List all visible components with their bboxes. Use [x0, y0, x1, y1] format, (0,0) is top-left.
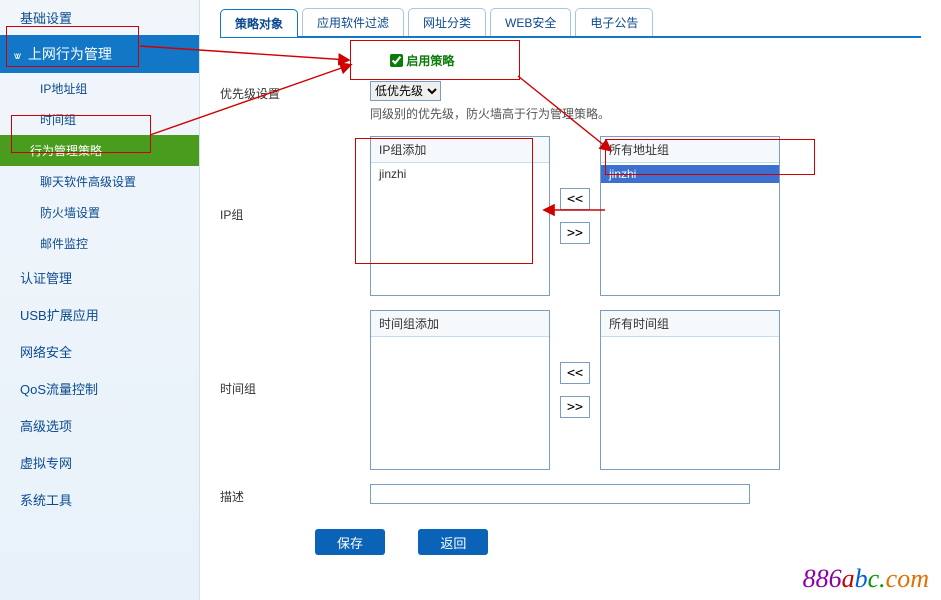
subnav-behavior-policy[interactable]: 行为管理策略: [0, 135, 199, 166]
ipgroup-add-listbox[interactable]: IP组添加 jinzhi: [370, 136, 550, 296]
ipgroup-label: IP组: [220, 136, 370, 223]
list-item[interactable]: jinzhi: [371, 165, 549, 183]
nav-behavior-mgmt-label: 上网行为管理: [28, 46, 112, 62]
chevron-down-icon: vv: [14, 51, 18, 62]
desc-input[interactable]: [370, 484, 750, 504]
nav-qos[interactable]: QoS流量控制: [0, 370, 199, 407]
subnav-ip-addr-group[interactable]: IP地址组: [0, 73, 199, 104]
list-item[interactable]: jinzhi: [601, 165, 779, 183]
tab-url-category[interactable]: 网址分类: [408, 8, 486, 36]
subnav-time-group[interactable]: 时间组: [0, 104, 199, 135]
tab-app-filter[interactable]: 应用软件过滤: [302, 8, 404, 36]
sidebar: 基础设置 vv 上网行为管理 IP地址组 时间组 行为管理策略 聊天软件高级设置…: [0, 0, 200, 600]
enable-policy-label: 启用策略: [406, 54, 454, 68]
back-button[interactable]: 返回: [418, 529, 488, 555]
tab-web-security[interactable]: WEB安全: [490, 8, 571, 36]
all-time-listbox[interactable]: 所有时间组: [600, 310, 780, 470]
tabs: 策略对象 应用软件过滤 网址分类 WEB安全 电子公告: [220, 8, 921, 38]
timegroup-label: 时间组: [220, 310, 370, 397]
nav-behavior-mgmt-header[interactable]: vv 上网行为管理: [0, 35, 199, 73]
subnav-chat-advanced[interactable]: 聊天软件高级设置: [0, 166, 199, 197]
move-right-button[interactable]: >>: [560, 222, 590, 244]
main-panel: 策略对象 应用软件过滤 网址分类 WEB安全 电子公告 启用策略 优先级设置 低…: [200, 0, 941, 600]
tab-policy-object[interactable]: 策略对象: [220, 9, 298, 37]
all-time-header: 所有时间组: [601, 311, 779, 337]
subnav-mail-monitor[interactable]: 邮件监控: [0, 228, 199, 259]
priority-label: 优先级设置: [220, 81, 370, 102]
timegroup-add-listbox[interactable]: 时间组添加: [370, 310, 550, 470]
tab-bulletin[interactable]: 电子公告: [575, 8, 653, 36]
save-button[interactable]: 保存: [315, 529, 385, 555]
time-move-left-button[interactable]: <<: [560, 362, 590, 384]
all-addr-header: 所有地址组: [601, 137, 779, 163]
priority-hint: 同级别的优先级，防火墙高于行为管理策略。: [370, 105, 921, 122]
nav-advanced[interactable]: 高级选项: [0, 407, 199, 444]
nav-net-security[interactable]: 网络安全: [0, 333, 199, 370]
timegroup-add-header: 时间组添加: [371, 311, 549, 337]
nav-vpn[interactable]: 虚拟专网: [0, 444, 199, 481]
subnav: IP地址组 时间组 行为管理策略 聊天软件高级设置 防火墙设置 邮件监控: [0, 73, 199, 259]
move-left-button[interactable]: <<: [560, 188, 590, 210]
time-move-right-button[interactable]: >>: [560, 396, 590, 418]
ipgroup-add-header: IP组添加: [371, 137, 549, 163]
nav-auth-mgmt[interactable]: 认证管理: [0, 259, 199, 296]
nav-usb-ext[interactable]: USB扩展应用: [0, 296, 199, 333]
enable-policy-input[interactable]: [390, 54, 403, 67]
nav-system-tools[interactable]: 系统工具: [0, 481, 199, 518]
enable-policy-checkbox[interactable]: 启用策略: [390, 54, 454, 68]
priority-select[interactable]: 低优先级: [370, 81, 441, 101]
nav-basic-settings[interactable]: 基础设置: [0, 0, 199, 35]
desc-label: 描述: [220, 484, 370, 505]
all-addr-listbox[interactable]: 所有地址组 jinzhi: [600, 136, 780, 296]
subnav-firewall[interactable]: 防火墙设置: [0, 197, 199, 228]
